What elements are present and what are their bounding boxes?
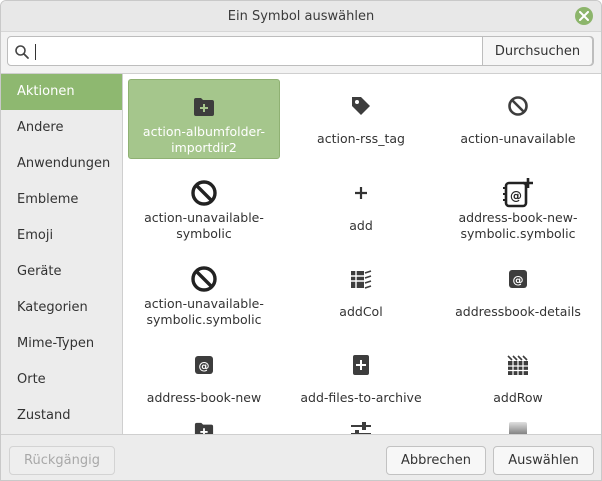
icon-label: add [349,218,373,233]
plus-icon [355,187,367,199]
icon-label: address-book-new-symbolic.symbolic [458,210,578,241]
icon-label: action-albumfolder-importdir2 [142,124,266,155]
icon-cell[interactable]: action-albumfolder-importdir2 [128,79,280,159]
icon-cell[interactable]: add [285,166,437,246]
search-input[interactable] [38,37,478,65]
add-row-icon [507,355,528,375]
icon-label: addCol [339,304,383,319]
window-title: Ein Symbol auswählen [227,9,375,24]
icon-cell[interactable]: action-rss_tag [285,79,437,159]
icon-grid: action-albumfolder-importdir2 action-rss… [123,73,601,434]
close-button[interactable] [575,7,593,25]
svg-text:@: @ [513,274,524,287]
category-sidebar: Aktionen Andere Anwendungen Embleme Emoj… [1,73,123,434]
icon-label: action-rss_tag [317,131,405,146]
sidebar-item-kategorien[interactable]: Kategorien [1,290,122,326]
search-button[interactable]: Durchsuchen [482,36,593,66]
unavailable-icon [508,96,528,116]
icon-cell[interactable]: action-unavailable-symbolic [128,166,280,246]
sidebar-item-orte[interactable]: Orte [1,362,122,398]
icon-cell[interactable]: addRow [442,338,594,418]
icon-cell[interactable]: action-unavailable-symbolic.symbolic [128,252,280,332]
gradient-icon [509,422,527,434]
icon-cell[interactable]: add-files-to-archive [285,338,437,418]
icon-cell-partial[interactable] [285,412,437,434]
icon-cell-partial[interactable] [128,412,280,434]
icon-label: addressbook-details [455,304,581,319]
icon-cell[interactable]: action-unavailable [442,79,594,159]
action-bar: Rückgängig Abbrechen Auswählen [1,434,601,480]
sidebar-item-emoji[interactable]: Emoji [1,218,122,254]
search-icon [15,45,29,59]
sidebar-item-geraete[interactable]: Geräte [1,254,122,290]
unavailable-icon [191,266,217,292]
sidebar-item-mime-typen[interactable]: Mime-Typen [1,326,122,362]
unavailable-icon [191,180,217,206]
add-file-icon [353,355,369,375]
sidebar-item-aktionen[interactable]: Aktionen [1,74,122,110]
cancel-button[interactable]: Abbrechen [386,446,486,475]
folder-plus-icon [194,98,214,116]
addressbook-icon: @ [509,270,527,288]
sliders-icon [351,422,371,434]
icon-label: action-unavailable [460,131,576,146]
icon-cell[interactable]: @ address-book-new-symbolic.symbolic [442,166,594,246]
sidebar-item-anwendungen[interactable]: Anwendungen [1,146,122,182]
icon-label: address-book-new [146,390,262,405]
icon-cell[interactable]: addCol [285,252,437,332]
sidebar-item-embleme[interactable]: Embleme [1,182,122,218]
addressbook-icon: @ [195,356,213,374]
icon-label: action-unavailable-symbolic.symbolic [144,296,264,327]
svg-text:@: @ [510,189,522,203]
add-column-icon [351,270,372,289]
icon-chooser-dialog: Ein Symbol auswählen Durchsuchen Aktione… [0,0,602,481]
icon-cell[interactable]: @ addressbook-details [442,252,594,332]
search-bar: Durchsuchen [7,36,594,66]
icon-label: add-files-to-archive [300,390,422,405]
sidebar-item-zustand[interactable]: Zustand [1,398,122,434]
folder-plus-icon [194,422,214,434]
close-icon [579,11,589,21]
icon-label: action-unavailable-symbolic [144,210,264,241]
select-button[interactable]: Auswählen [493,446,594,475]
address-book-new-icon: @ [503,178,533,208]
tag-icon [352,97,370,115]
sidebar-item-andere[interactable]: Andere [1,110,122,146]
text-caret [35,44,36,60]
svg-text:@: @ [199,360,210,373]
undo-button[interactable]: Rückgängig [9,446,115,475]
icon-label: addRow [493,390,543,405]
icon-cell-partial[interactable] [442,412,594,434]
titlebar: Ein Symbol auswählen [1,1,601,32]
icon-cell[interactable]: @ address-book-new [128,338,280,418]
